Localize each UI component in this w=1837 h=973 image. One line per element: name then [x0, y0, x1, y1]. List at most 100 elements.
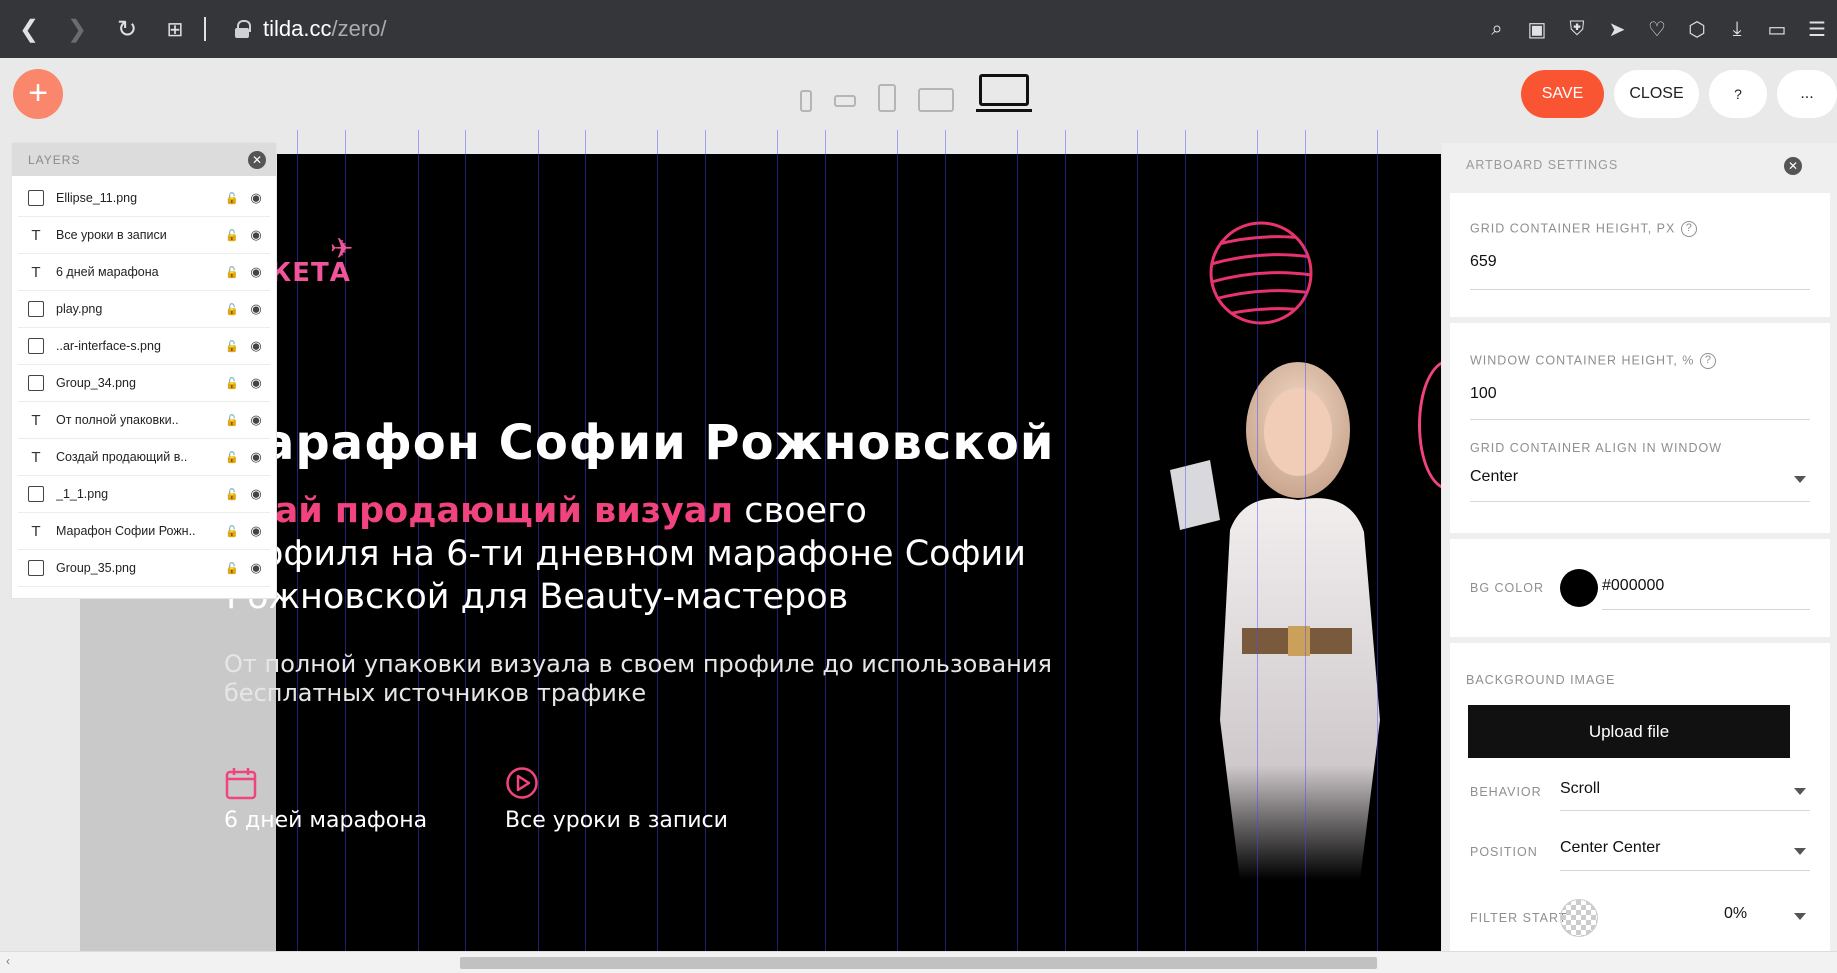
- lock-icon: [235, 20, 251, 38]
- logo-text[interactable]: КЕТА: [270, 258, 351, 288]
- text-layer-icon: T: [31, 448, 41, 466]
- position-select[interactable]: Center Center: [1560, 839, 1661, 857]
- eye-icon[interactable]: ◉: [242, 412, 270, 428]
- eye-icon[interactable]: ◉: [242, 264, 270, 280]
- layer-row[interactable]: play.png 🔓 ◉: [18, 291, 270, 328]
- play-icon[interactable]: [505, 766, 539, 800]
- save-button[interactable]: SAVE: [1521, 70, 1604, 118]
- eye-icon[interactable]: ◉: [242, 375, 270, 391]
- subheadline-highlight: здай продающий визуал: [226, 491, 734, 531]
- layer-row[interactable]: T 6 дней марафона 🔓 ◉: [18, 254, 270, 291]
- send-icon[interactable]: ➤: [1597, 17, 1637, 42]
- unlock-icon[interactable]: 🔓: [222, 377, 242, 390]
- eye-icon[interactable]: ◉: [242, 560, 270, 576]
- unlock-icon[interactable]: 🔓: [222, 414, 242, 427]
- unlock-icon[interactable]: 🔓: [222, 192, 242, 205]
- device-tablet-landscape-icon[interactable]: [918, 88, 954, 112]
- battery-icon[interactable]: ▭: [1757, 17, 1797, 42]
- unlock-icon[interactable]: 🔓: [222, 451, 242, 464]
- device-phone-portrait-icon[interactable]: [800, 90, 812, 112]
- eye-icon[interactable]: ◉: [242, 227, 270, 243]
- woman-photo[interactable]: [1150, 360, 1430, 880]
- eye-icon[interactable]: ◉: [242, 301, 270, 317]
- help-icon[interactable]: ?: [1681, 221, 1698, 237]
- subheadline-line-3: Рожновской для Beauty-мастеров: [226, 577, 849, 617]
- tabs-grid-icon[interactable]: ⊞: [158, 12, 192, 46]
- unlock-icon[interactable]: 🔓: [222, 303, 242, 316]
- eye-icon[interactable]: ◉: [242, 190, 270, 206]
- eye-icon[interactable]: ◉: [242, 449, 270, 465]
- align-select[interactable]: Center: [1470, 468, 1518, 486]
- search-icon[interactable]: ⌕: [1477, 18, 1517, 41]
- eye-icon[interactable]: ◉: [242, 523, 270, 539]
- menu-icon[interactable]: ☰: [1797, 17, 1837, 42]
- layers-header: LAYERS ✕: [12, 143, 276, 176]
- chevron-down-icon[interactable]: [1794, 476, 1806, 483]
- feature-lessons-text[interactable]: Все уроки в записи: [505, 808, 728, 833]
- grid-height-input[interactable]: 659: [1470, 253, 1497, 271]
- layer-row[interactable]: Group_34.png 🔓 ◉: [18, 365, 270, 402]
- help-button[interactable]: ?: [1709, 70, 1767, 118]
- chevron-down-icon[interactable]: [1794, 913, 1806, 920]
- heart-icon[interactable]: ♡: [1637, 17, 1677, 42]
- subheadline-text[interactable]: здай продающий визуал своего офиля на 6-…: [226, 490, 1126, 619]
- back-icon[interactable]: ❮: [12, 12, 46, 46]
- help-icon[interactable]: ?: [1700, 353, 1717, 369]
- grid-line: [1257, 130, 1258, 951]
- unlock-icon[interactable]: 🔓: [222, 562, 242, 575]
- layer-row[interactable]: T От полной упаковки.. 🔓 ◉: [18, 402, 270, 439]
- device-phone-landscape-icon[interactable]: [834, 95, 856, 107]
- add-element-button[interactable]: +: [13, 69, 63, 119]
- filter-color-swatch[interactable]: [1560, 899, 1598, 937]
- feature-days-text[interactable]: 6 дней марафона: [224, 808, 427, 833]
- input-underline: [1470, 501, 1810, 502]
- description-text[interactable]: От полной упаковки визуала в своем профи…: [224, 650, 1124, 708]
- layer-row[interactable]: Ellipse_11.png 🔓 ◉: [18, 180, 270, 217]
- unlock-icon[interactable]: 🔓: [222, 229, 242, 242]
- striped-planet-graphic[interactable]: [1208, 220, 1314, 326]
- cube-icon[interactable]: ⬡: [1677, 17, 1717, 42]
- layer-row[interactable]: T Создай продающий в.. 🔓 ◉: [18, 439, 270, 476]
- layer-row[interactable]: ..ar-interface-s.png 🔓 ◉: [18, 328, 270, 365]
- close-button[interactable]: CLOSE: [1614, 70, 1699, 118]
- window-height-label: WINDOW CONTAINER HEIGHT, %?: [1470, 353, 1717, 369]
- color-swatch[interactable]: [1560, 569, 1598, 607]
- more-button[interactable]: ...: [1777, 70, 1837, 118]
- calendar-icon[interactable]: [224, 766, 258, 800]
- layer-row[interactable]: _1_1.png 🔓 ◉: [18, 476, 270, 513]
- chevron-down-icon[interactable]: [1794, 848, 1806, 855]
- layer-name: Ellipse_11.png: [56, 191, 138, 205]
- address-bar[interactable]: tilda.cc/zero/: [235, 14, 387, 44]
- behavior-select[interactable]: Scroll: [1560, 780, 1600, 798]
- camera-icon[interactable]: ▣: [1517, 17, 1557, 42]
- bg-color-input[interactable]: #000000: [1602, 577, 1664, 595]
- close-icon[interactable]: ✕: [248, 151, 266, 169]
- layer-row[interactable]: T Все уроки в записи 🔓 ◉: [18, 217, 270, 254]
- horizontal-scrollbar[interactable]: ‹: [0, 951, 1837, 973]
- device-tablet-portrait-icon[interactable]: [878, 84, 896, 112]
- layer-row[interactable]: Group_35.png 🔓 ◉: [18, 550, 270, 587]
- chevron-down-icon[interactable]: [1794, 788, 1806, 795]
- scrollbar-thumb[interactable]: [460, 957, 1377, 969]
- device-switcher: [800, 72, 1032, 112]
- eye-icon[interactable]: ◉: [242, 338, 270, 354]
- window-height-input[interactable]: 100: [1470, 385, 1497, 403]
- unlock-icon[interactable]: 🔓: [222, 488, 242, 501]
- forward-icon[interactable]: ❯: [60, 12, 94, 46]
- unlock-icon[interactable]: 🔓: [222, 340, 242, 353]
- unlock-icon[interactable]: 🔓: [222, 266, 242, 279]
- device-desktop-icon[interactable]: [976, 74, 1032, 112]
- headline-text[interactable]: арафон Софии Рожновской: [262, 415, 1055, 471]
- reload-icon[interactable]: ↻: [110, 12, 144, 46]
- layer-row[interactable]: T Марафон Софии Рожн.. 🔓 ◉: [18, 513, 270, 550]
- filter-start-select[interactable]: 0%: [1724, 905, 1747, 923]
- unlock-icon[interactable]: 🔓: [222, 525, 242, 538]
- eye-icon[interactable]: ◉: [242, 486, 270, 502]
- scroll-left-icon[interactable]: ‹: [6, 954, 10, 968]
- download-icon[interactable]: ⤓: [1717, 18, 1757, 41]
- close-icon[interactable]: ✕: [1784, 157, 1802, 175]
- bg-image-label: BACKGROUND IMAGE: [1466, 673, 1616, 687]
- shield-icon[interactable]: ⛨: [1557, 18, 1597, 41]
- upload-file-button[interactable]: Upload file: [1468, 705, 1790, 758]
- input-underline: [1470, 289, 1810, 290]
